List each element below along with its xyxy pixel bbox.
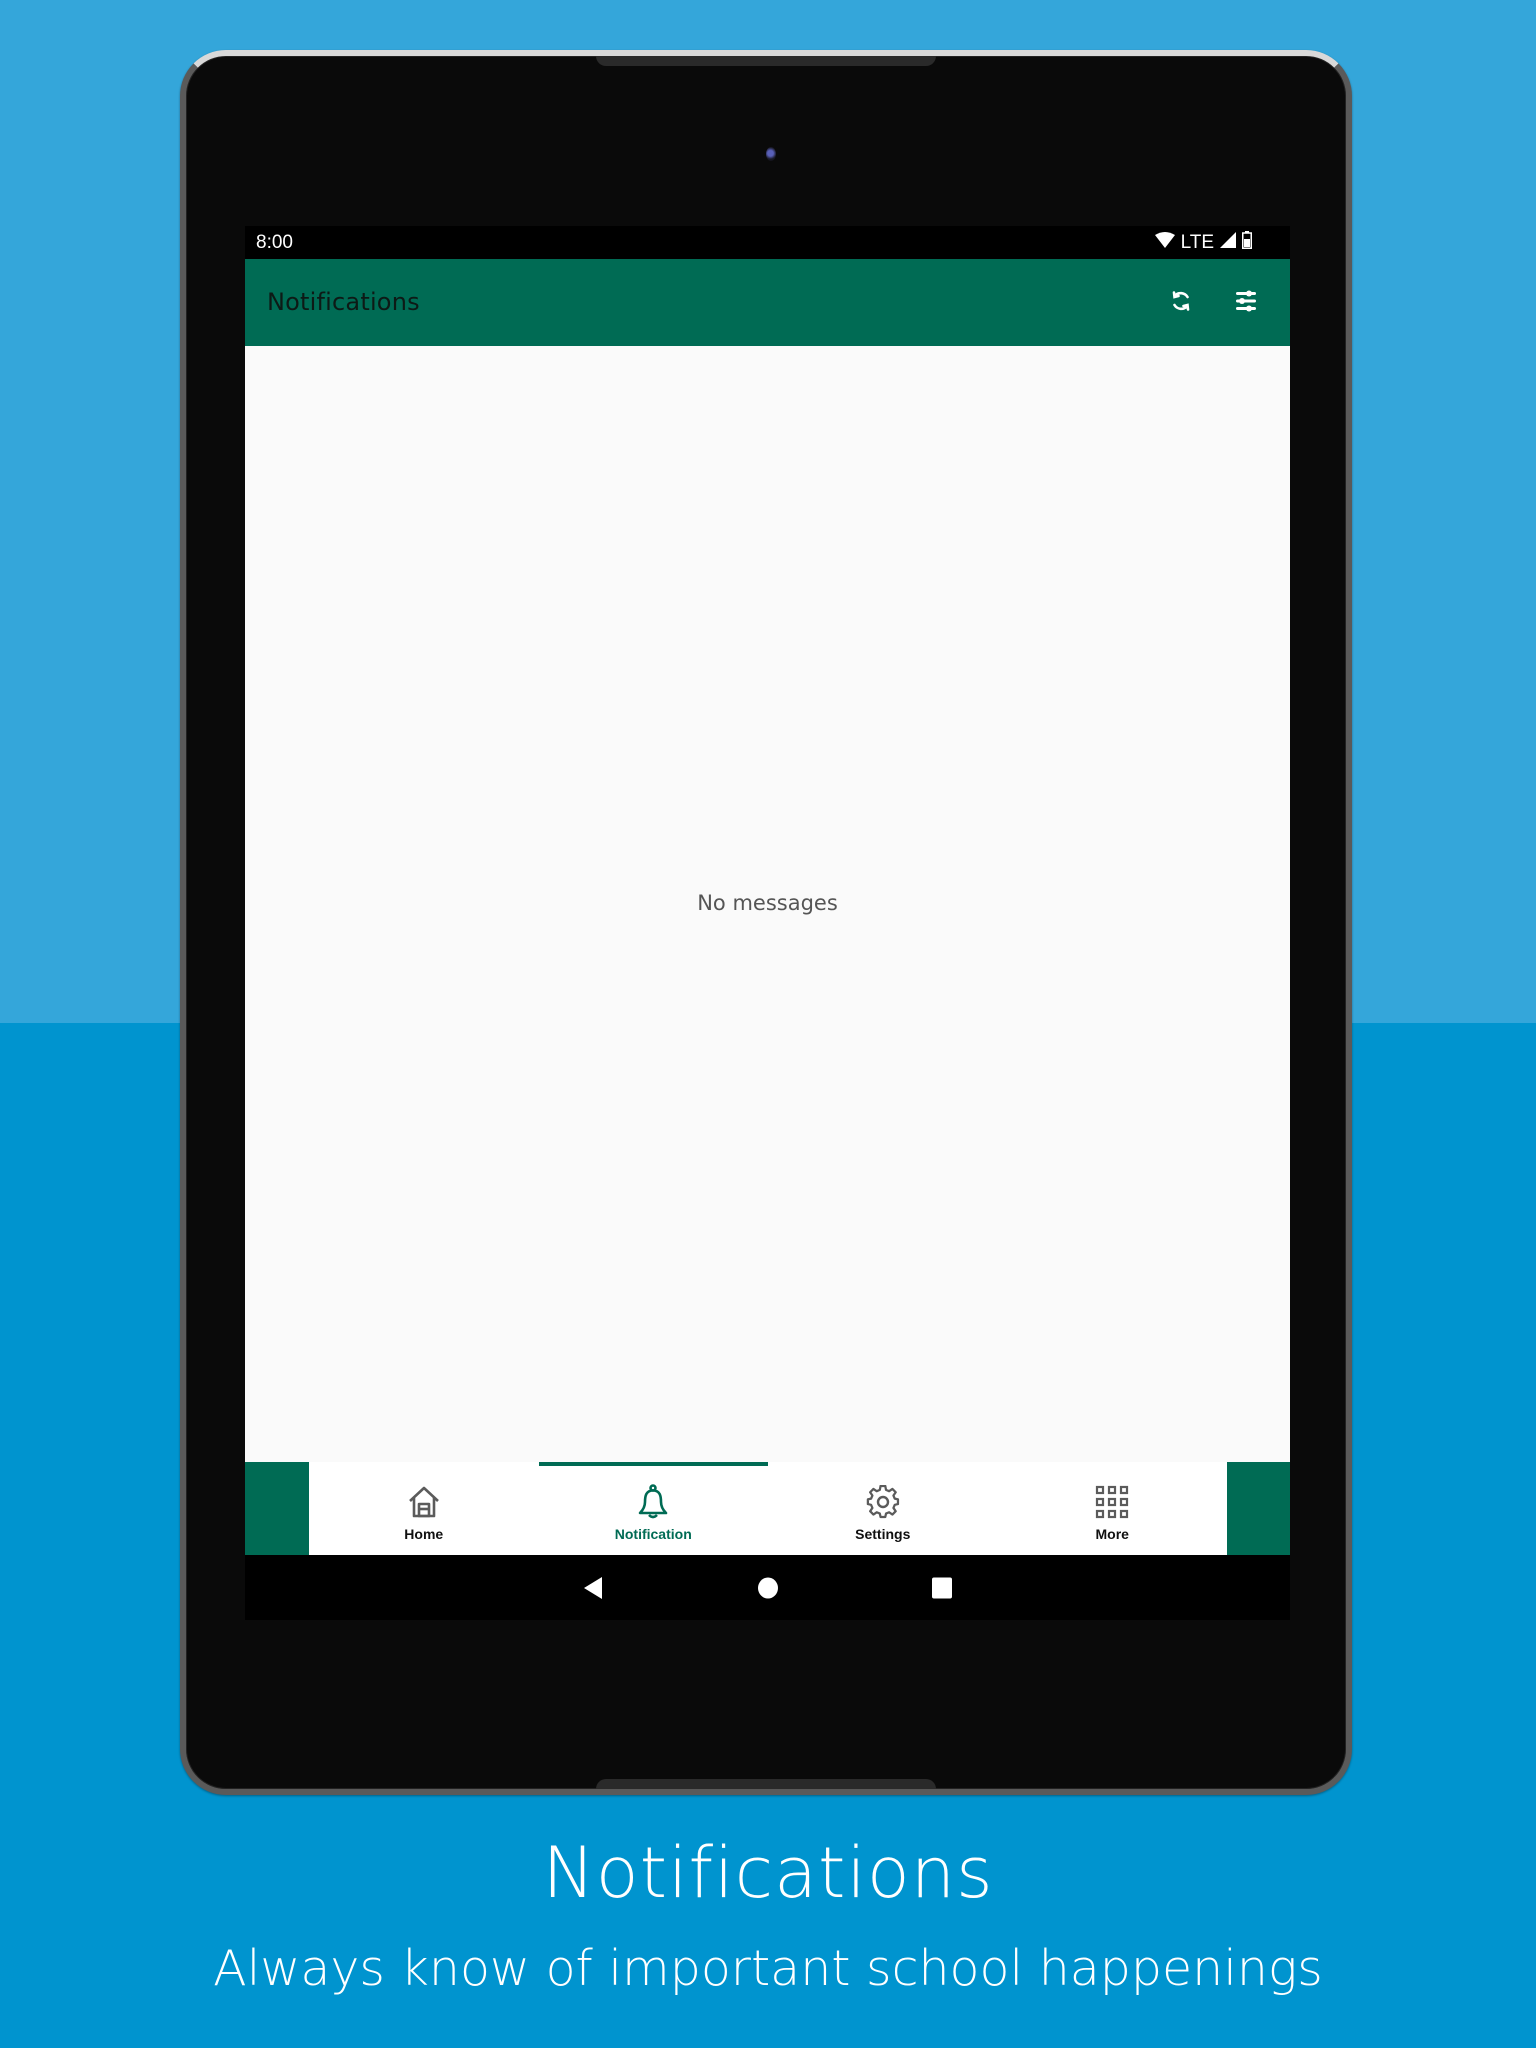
sliders-icon bbox=[1234, 288, 1258, 319]
device-screen: 8:00 LTE Notifications No messages Home … bbox=[245, 226, 1290, 1620]
network-type: LTE bbox=[1180, 232, 1214, 253]
bell-icon bbox=[633, 1482, 673, 1522]
page-title: Notifications bbox=[267, 288, 420, 316]
filter-button[interactable] bbox=[1228, 285, 1264, 321]
home-button[interactable] bbox=[757, 1576, 779, 1605]
recents-button[interactable] bbox=[931, 1576, 953, 1605]
recents-icon bbox=[932, 1577, 952, 1599]
status-icons: LTE bbox=[1154, 231, 1252, 255]
caption-title: Notifications bbox=[542, 1832, 994, 1914]
signal-icon bbox=[1220, 232, 1236, 254]
battery-icon bbox=[1242, 231, 1252, 255]
tablet-top-notch bbox=[596, 56, 936, 66]
back-button[interactable] bbox=[583, 1576, 603, 1605]
nav-label-settings: Settings bbox=[855, 1526, 911, 1542]
tablet-bottom-notch bbox=[596, 1779, 936, 1789]
empty-state-message: No messages bbox=[697, 891, 838, 915]
front-camera bbox=[766, 147, 776, 161]
status-time: 8:00 bbox=[256, 232, 293, 253]
status-bar: 8:00 LTE bbox=[245, 226, 1290, 259]
home-circle-icon bbox=[758, 1577, 778, 1599]
nav-item-notification[interactable]: Notification bbox=[538, 1462, 768, 1555]
caption-subtitle: Always know of important school happenin… bbox=[213, 1940, 1323, 1997]
nav-label-home: Home bbox=[404, 1526, 444, 1542]
app-toolbar: Notifications bbox=[245, 259, 1290, 346]
active-tab-indicator bbox=[538, 1462, 768, 1466]
grid-icon bbox=[1092, 1482, 1132, 1522]
nav-item-home[interactable]: Home bbox=[309, 1462, 539, 1555]
bottom-navigation-items: Home Notification Settings More bbox=[309, 1462, 1227, 1555]
home-icon bbox=[404, 1482, 444, 1522]
notifications-list: No messages bbox=[245, 346, 1290, 1462]
refresh-icon bbox=[1169, 289, 1193, 318]
nav-label-notification: Notification bbox=[614, 1526, 692, 1542]
back-icon bbox=[584, 1577, 602, 1599]
refresh-button[interactable] bbox=[1163, 285, 1199, 321]
nav-label-more: More bbox=[1095, 1526, 1129, 1542]
nav-item-more[interactable]: More bbox=[998, 1462, 1228, 1555]
gear-icon bbox=[863, 1482, 903, 1522]
nav-item-settings[interactable]: Settings bbox=[768, 1462, 998, 1555]
system-navigation-bar bbox=[245, 1555, 1290, 1620]
bottom-navigation: Home Notification Settings More bbox=[245, 1462, 1290, 1555]
wifi-icon bbox=[1154, 232, 1175, 254]
